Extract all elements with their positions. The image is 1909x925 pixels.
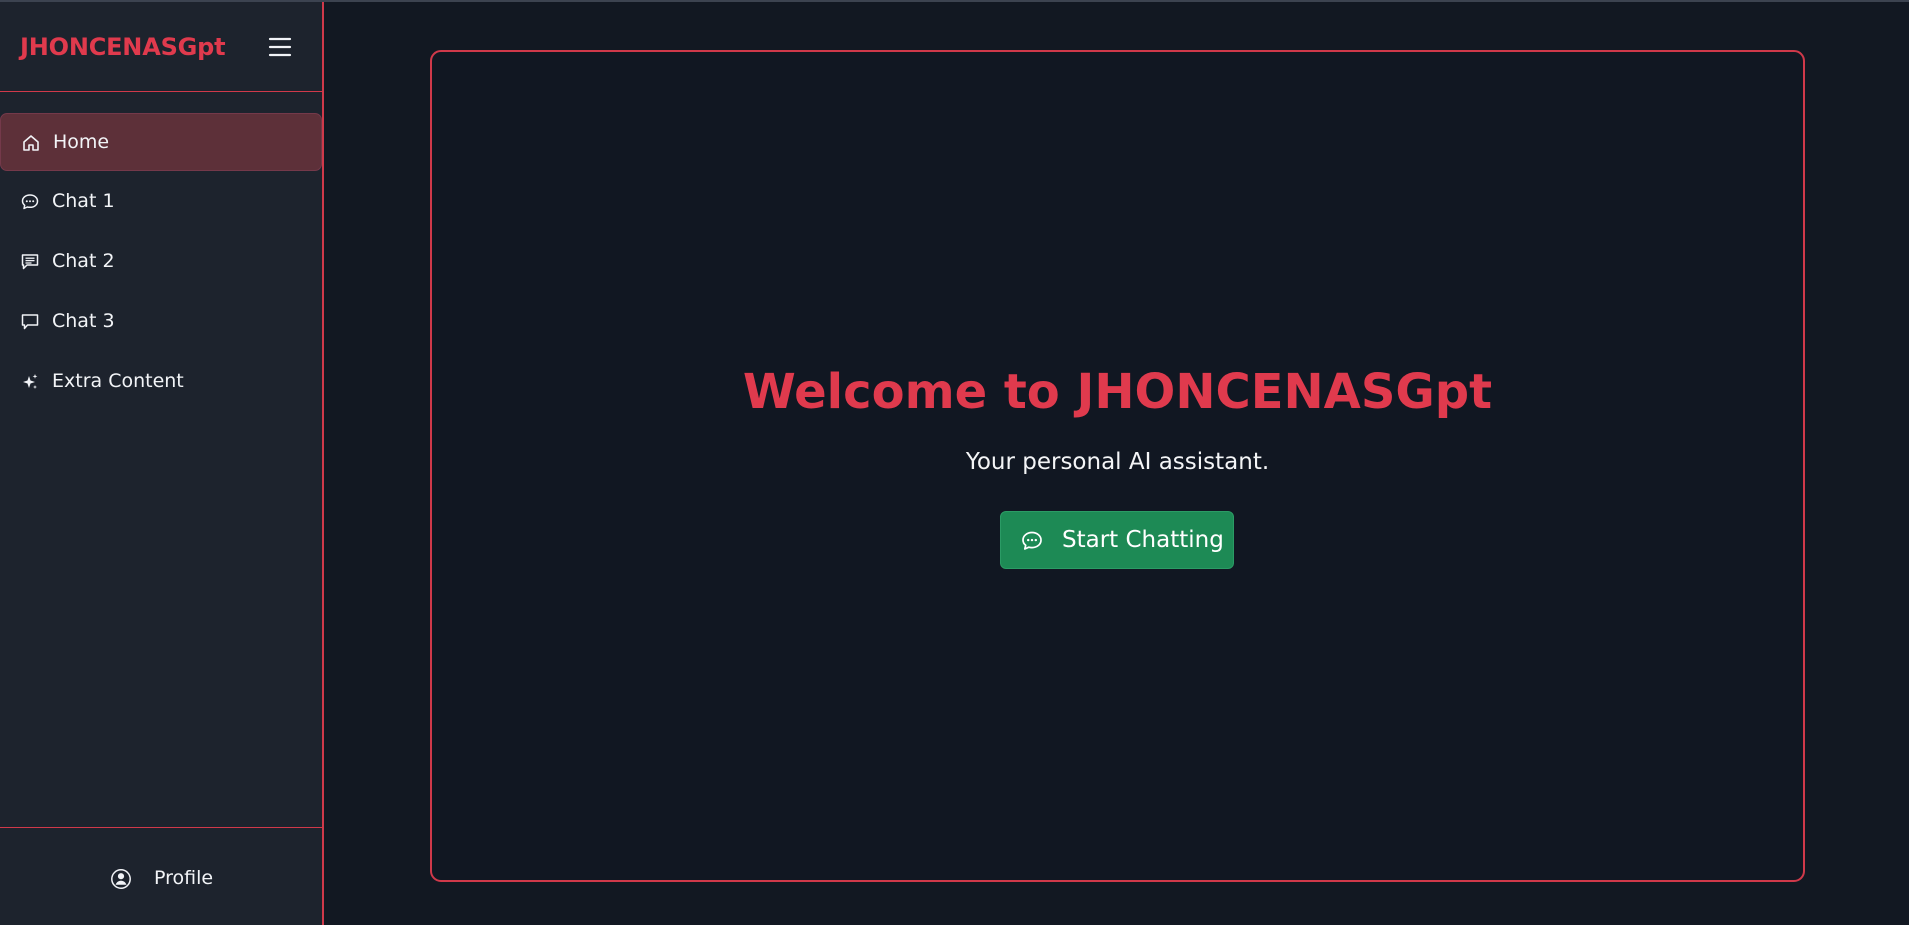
chat-square-icon	[21, 314, 39, 330]
sidebar-item-chat-2[interactable]: Chat 2	[0, 233, 322, 291]
start-chatting-button[interactable]: Start Chatting	[1000, 511, 1234, 569]
sidebar-item-extra-content[interactable]: Extra Content	[0, 353, 322, 411]
start-chatting-label: Start Chatting	[1062, 527, 1224, 553]
welcome-title: Welcome to JHONCENASGpt	[742, 364, 1493, 420]
chat-text-icon	[21, 254, 39, 270]
sidebar-item-label: Chat 2	[52, 250, 115, 272]
sidebar-item-label: Chat 1	[52, 190, 115, 212]
profile-button[interactable]: Profile	[110, 866, 220, 892]
menu-toggle-button[interactable]	[266, 35, 294, 59]
sidebar-nav: Home Chat 1 Chat 2 Chat 3 Extra Content	[0, 113, 322, 413]
main-content: Welcome to JHONCENASGpt Your personal AI…	[324, 2, 1909, 925]
sidebar-header: JHONCENASGpt	[0, 2, 322, 92]
sparkles-icon	[23, 374, 38, 389]
sidebar-footer: Profile	[0, 827, 322, 925]
sidebar-item-chat-3[interactable]: Chat 3	[0, 293, 322, 351]
sidebar-item-home[interactable]: Home	[0, 113, 322, 171]
app-window: JHONCENASGpt Home Chat 1 Chat 2 Chat 3 E…	[0, 0, 1909, 925]
chat-dots-icon	[1022, 531, 1042, 550]
sidebar: JHONCENASGpt Home Chat 1 Chat 2 Chat 3 E…	[0, 2, 324, 925]
chat-dots-icon	[21, 194, 39, 210]
sidebar-item-chat-1[interactable]: Chat 1	[0, 173, 322, 231]
profile-label: Profile	[154, 867, 214, 889]
sidebar-item-label: Extra Content	[52, 370, 184, 392]
home-icon	[23, 135, 39, 151]
sidebar-item-label: Home	[53, 131, 110, 153]
brand-title: JHONCENASGpt	[20, 33, 226, 61]
sidebar-item-label: Chat 3	[52, 310, 115, 332]
hamburger-icon	[268, 37, 292, 57]
welcome-card: Welcome to JHONCENASGpt Your personal AI…	[430, 50, 1805, 882]
profile-icon	[111, 869, 131, 889]
welcome-subtitle: Your personal AI assistant.	[965, 449, 1270, 475]
